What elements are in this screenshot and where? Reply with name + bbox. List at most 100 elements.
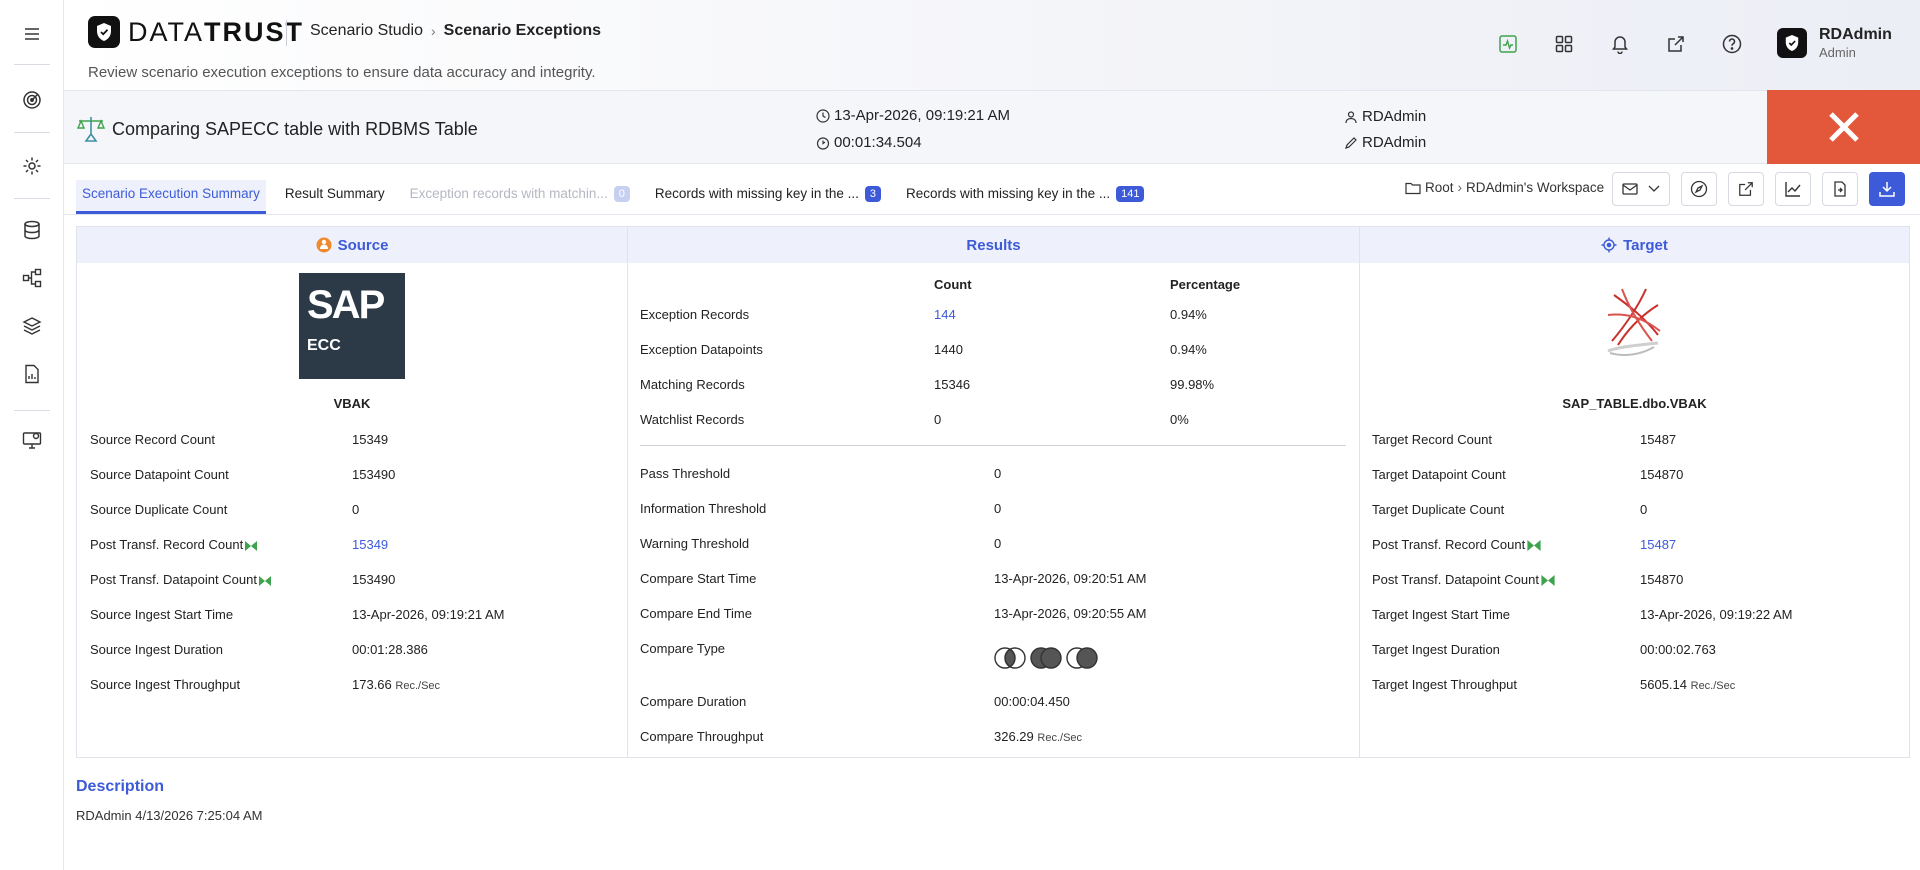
tab-missing-key-target[interactable]: Records with missing key in the ... 141 (900, 180, 1150, 214)
user-name: RDAdmin (1819, 26, 1892, 43)
source-row-label: Post Transf. Record Count (90, 537, 244, 552)
target-row-value: 5605.14 (1640, 677, 1687, 692)
result-row-count: 0 (934, 412, 942, 427)
report-icon[interactable] (20, 362, 44, 386)
target-row-value: 154870 (1640, 572, 1684, 587)
download-button[interactable] (1869, 172, 1905, 206)
detail-row-value: 0 (994, 501, 1002, 516)
source-row-value: 15349 (352, 432, 389, 447)
header-divider (286, 20, 287, 46)
detail-row-label: Pass Threshold (640, 466, 731, 481)
scenario-title: Comparing SAPECC table with RDBMS Table (112, 119, 478, 139)
source-row-value: 153490 (352, 572, 396, 587)
detail-row-label: Compare Start Time (640, 571, 757, 586)
exception-records-link[interactable]: 144 (934, 307, 956, 322)
flow-icon[interactable] (20, 266, 44, 290)
detail-row-value: 0 (994, 536, 1002, 551)
target-row-label: Target Record Count (1372, 432, 1492, 447)
source-row-label: Source Ingest Duration (90, 642, 223, 657)
run-datetime: 13-Apr-2026, 09:19:21 AM (816, 107, 1010, 124)
navigate-button[interactable] (1681, 172, 1717, 206)
percentage-column-header: Percentage (1170, 277, 1241, 292)
monitor-icon[interactable] (20, 428, 44, 452)
clock-icon (816, 108, 830, 123)
source-row-value: 0 (352, 502, 360, 517)
source-row-label: Post Transf. Datapoint Count (90, 572, 257, 587)
result-row-label: Exception Records (640, 307, 750, 322)
target-row-value: 13-Apr-2026, 09:19:22 AM (1640, 607, 1793, 622)
user-profile[interactable]: RDAdmin Admin (1777, 26, 1892, 60)
breadcrumb-parent[interactable]: Scenario Studio (310, 22, 423, 40)
breadcrumb: Scenario Studio › Scenario Exceptions (310, 22, 601, 40)
detail-row-label: Compare Throughput (640, 729, 764, 744)
target-row-value: 0 (1640, 502, 1648, 517)
mail-icon (1622, 183, 1638, 195)
activity-icon[interactable] (1496, 32, 1520, 56)
tab-exception-records-matching: Exception records with matchin... 0 (404, 180, 636, 214)
close-icon (1828, 112, 1859, 142)
user-role: Admin (1819, 45, 1856, 60)
compare-type-venn-icons (994, 646, 1104, 673)
external-link-icon[interactable] (1664, 32, 1688, 56)
app-header: DATATRUST Scenario Studio › Scenario Exc… (64, 0, 1920, 90)
detail-row-label: Warning Threshold (640, 536, 750, 551)
post-transf-record-link[interactable]: 15349 (352, 537, 388, 552)
help-icon[interactable] (1720, 32, 1744, 56)
scenario-owner: RDAdmin (1344, 108, 1426, 125)
source-header: Source (77, 227, 627, 263)
workspace-name[interactable]: RDAdmin's Workspace (1466, 180, 1604, 195)
bowtie-flag-icon (1527, 540, 1541, 552)
close-button[interactable] (1767, 90, 1920, 164)
file-export-icon (1834, 181, 1846, 197)
count-column-header: Count (934, 277, 972, 292)
run-datetime-value: 13-Apr-2026, 09:19:21 AM (834, 107, 1010, 124)
source-row-label: Source Ingest Throughput (90, 677, 241, 692)
chart-button[interactable] (1775, 172, 1811, 206)
detail-row-label: Compare Duration (640, 694, 747, 709)
description-text: RDAdmin 4/13/2026 7:25:04 AM (76, 808, 263, 823)
target-row-label: Post Transf. Record Count (1372, 537, 1526, 552)
bowtie-flag-icon (258, 575, 271, 586)
source-row-value: 13-Apr-2026, 09:19:21 AM (352, 607, 505, 622)
bell-icon[interactable] (1608, 32, 1632, 56)
sap-logo: SAP ECC (299, 273, 405, 379)
export-file-button[interactable] (1822, 172, 1858, 206)
menu-icon[interactable] (20, 22, 44, 46)
email-button[interactable] (1612, 172, 1670, 206)
tab-missing-key-source[interactable]: Records with missing key in the ... 3 (649, 180, 887, 214)
tab-result-summary[interactable]: Result Summary (279, 180, 391, 214)
result-row-pct: 0.94% (1170, 342, 1207, 357)
compass-icon (1690, 180, 1708, 198)
chevron-down-icon (1648, 185, 1660, 192)
bowtie-flag-icon (245, 540, 258, 551)
folder-icon (1405, 182, 1421, 194)
target-icon[interactable] (20, 88, 44, 112)
result-row-label: Exception Datapoints (640, 342, 763, 357)
result-row-pct: 0.94% (1170, 307, 1207, 322)
app-logo[interactable]: DATATRUST (88, 16, 304, 48)
run-duration: 00:01:34.504 (816, 134, 922, 151)
shield-logo-icon (88, 16, 120, 48)
open-external-button[interactable] (1728, 172, 1764, 206)
target-icon (1601, 237, 1617, 253)
target-row-label: Target Ingest Throughput (1372, 677, 1518, 692)
workspace-root[interactable]: Root (1425, 180, 1454, 195)
settings-icon[interactable] (20, 154, 44, 178)
result-row-count: 15346 (934, 377, 971, 392)
external-link-icon (1739, 182, 1753, 196)
workspace-path[interactable]: Root › RDAdmin's Workspace (1405, 180, 1604, 195)
chevron-right-icon: › (430, 23, 436, 39)
database-icon[interactable] (20, 218, 44, 242)
post-transf-record-link[interactable]: 15487 (1640, 537, 1676, 552)
target-table-name: SAP_TABLE.dbo.VBAK (1562, 396, 1707, 411)
detail-row-label: Information Threshold (640, 501, 767, 516)
result-row-pct: 0% (1170, 412, 1189, 427)
source-row-label: Source Datapoint Count (90, 467, 229, 482)
tab-divider (64, 214, 1920, 215)
target-row-value: 15487 (1640, 432, 1677, 447)
layers-icon[interactable] (20, 314, 44, 338)
owner-value: RDAdmin (1362, 108, 1427, 125)
grid-icon[interactable] (1552, 32, 1576, 56)
detail-row-value: 326.29 (994, 729, 1034, 744)
tab-scenario-execution-summary[interactable]: Scenario Execution Summary (76, 180, 266, 214)
